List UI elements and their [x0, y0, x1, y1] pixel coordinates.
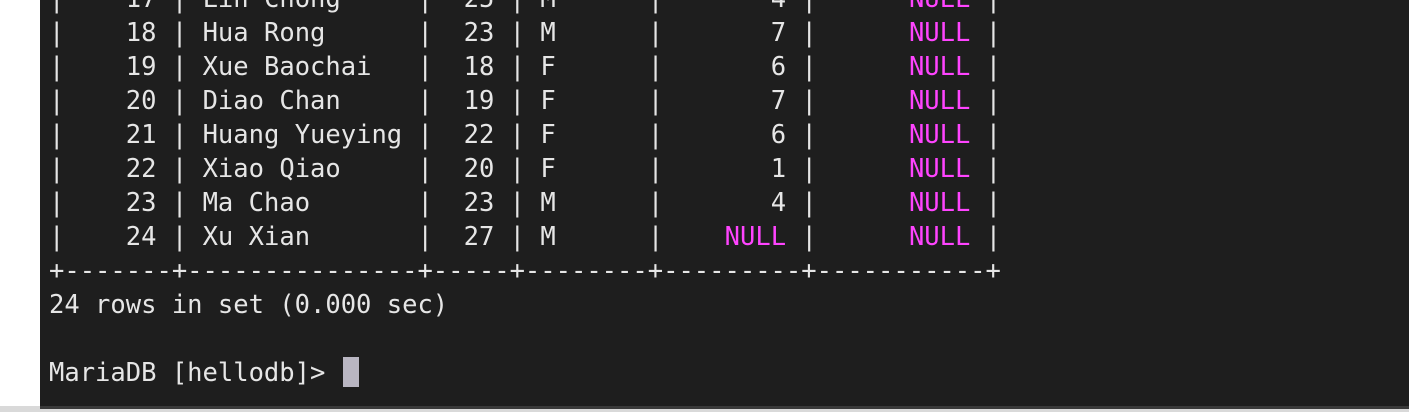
cell-age: 22 [463, 120, 495, 150]
screen: | 17 | Lin Chong | 25 | M | 4 | NULL | | … [0, 0, 1409, 412]
cell-gender: M [540, 18, 556, 48]
cell-teacherid: NULL [909, 0, 970, 14]
table-row: | 20 | Diao Chan | 19 | F | 7 | NULL | [49, 86, 1002, 116]
cell-gender: F [540, 86, 556, 116]
cell-teacherid: NULL [908, 154, 971, 184]
table-row: | 22 | Xiao Qiao | 20 | F | 1 | NULL | [49, 154, 1002, 184]
cell-age: 27 [463, 222, 495, 252]
cell-gender: M [540, 188, 556, 218]
cell-classid: 6 [770, 52, 787, 82]
cell-id: 17 [126, 0, 157, 14]
cell-teacherid: NULL [908, 120, 971, 150]
cell-id: 22 [125, 154, 157, 184]
cell-teacherid: NULL [908, 86, 971, 116]
table-border-text: +-------+---------------+-----+--------+… [49, 256, 1001, 286]
cell-id: 24 [125, 222, 157, 252]
cell-age: 25 [464, 0, 495, 14]
cell-name: Xiao Qiao [202, 154, 341, 184]
cell-classid: NULL [724, 222, 787, 252]
cell-age: 23 [463, 18, 495, 48]
cell-teacherid: NULL [908, 52, 971, 82]
cell-id: 18 [125, 18, 157, 48]
cell-teacherid: NULL [908, 188, 971, 218]
table-row: | 24 | Xu Xian | 27 | M | NULL | NULL | [49, 222, 1002, 252]
cell-classid: 4 [771, 0, 786, 14]
table-row: | 19 | Xue Baochai | 18 | F | 6 | NULL | [49, 52, 1002, 82]
cell-age: 19 [463, 86, 495, 116]
cell-classid: 4 [770, 188, 787, 218]
cell-gender: M [540, 222, 556, 252]
result-summary: 24 rows in set (0.000 sec) [49, 288, 1001, 322]
table-row: | 18 | Hua Rong | 23 | M | 7 | NULL | [49, 18, 1002, 48]
cell-name: Diao Chan [202, 86, 341, 116]
cell-classid: 6 [770, 120, 787, 150]
prompt-text: MariaDB [hellodb]> [49, 358, 341, 388]
cell-age: 18 [463, 52, 495, 82]
terminal-bottom-edge [40, 406, 1409, 409]
result-summary-text: 24 rows in set (0.000 sec) [49, 290, 449, 320]
text-cursor [342, 357, 359, 387]
table-row: | 17 | Lin Chong | 25 | M | 4 | NULL | [49, 0, 1001, 16]
table-row: | 23 | Ma Chao | 23 | M | 4 | NULL | [49, 188, 1002, 218]
taskbar-strip [0, 406, 1409, 412]
terminal-window[interactable]: | 17 | Lin Chong | 25 | M | 4 | NULL | | … [40, 0, 1409, 406]
cell-id: 20 [125, 86, 157, 116]
cell-age: 23 [463, 188, 495, 218]
cell-name: Xue Baochai [202, 52, 372, 82]
cell-name: Hua Rong [202, 18, 326, 48]
cell-id: 19 [125, 52, 157, 82]
cell-name: Xu Xian [202, 222, 311, 252]
cell-gender: F [540, 52, 556, 82]
cell-name: Ma Chao [202, 188, 311, 218]
cell-id: 21 [125, 120, 157, 150]
cell-classid: 7 [770, 18, 787, 48]
cell-gender: F [540, 120, 556, 150]
cell-teacherid: NULL [908, 222, 971, 252]
command-prompt[interactable]: MariaDB [hellodb]> [49, 356, 1001, 390]
table-row: | 21 | Huang Yueying | 22 | F | 6 | NULL… [49, 120, 1002, 150]
cell-name: Huang Yueying [202, 120, 403, 150]
cell-name: Lin Chong [203, 0, 341, 14]
cell-teacherid: NULL [908, 18, 971, 48]
cell-classid: 1 [770, 154, 787, 184]
cell-id: 23 [125, 188, 157, 218]
cell-classid: 7 [770, 86, 787, 116]
terminal-output: | 17 | Lin Chong | 25 | M | 4 | NULL | | … [49, 0, 1001, 390]
cell-gender: F [540, 154, 556, 184]
cell-age: 20 [463, 154, 495, 184]
cell-gender: M [540, 0, 555, 14]
table-border: +-------+---------------+-----+--------+… [49, 254, 1001, 288]
